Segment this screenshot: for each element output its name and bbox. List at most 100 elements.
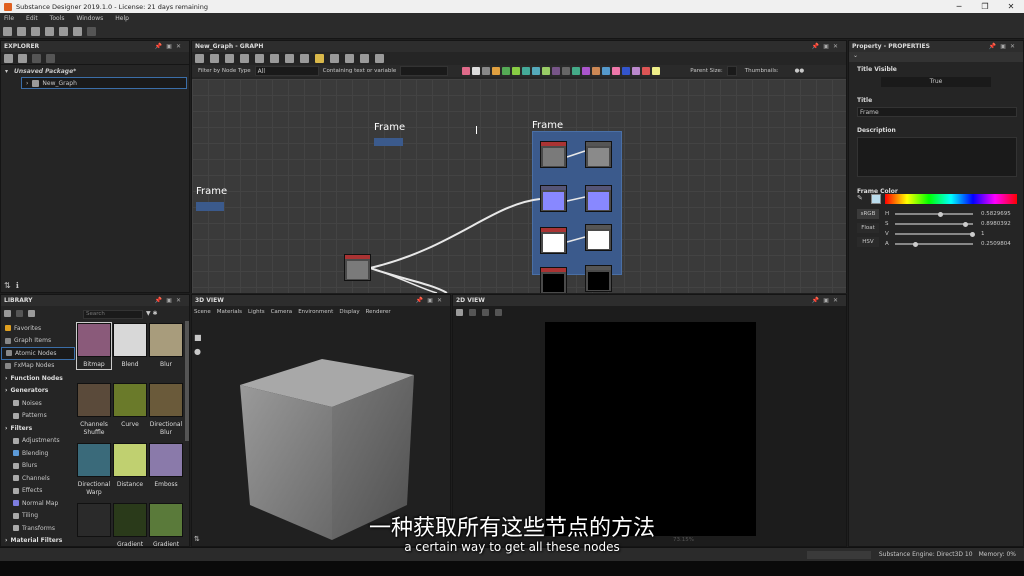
explorer-bottom-icons[interactable]: ⇅ ℹ (4, 281, 19, 290)
graph-node[interactable] (585, 265, 612, 292)
eyedropper-icon[interactable]: ✎ (857, 194, 863, 202)
menu-tools[interactable]: Tools (50, 15, 65, 22)
save-package-icon[interactable] (4, 53, 13, 63)
h-slider[interactable] (895, 211, 973, 217)
minimize-icon[interactable]: ─ (946, 0, 972, 13)
library-edit-icon[interactable] (28, 310, 35, 317)
graph-panel-controls-icon[interactable]: 📌▣✕ (812, 43, 842, 50)
library-category[interactable]: Channels (1, 472, 75, 485)
new-graph-icon[interactable] (3, 26, 12, 36)
graph-row[interactable]: › New_Graph (21, 77, 187, 89)
v-value[interactable]: 1 (981, 231, 985, 237)
library-category[interactable]: Blending (1, 447, 75, 460)
library-category[interactable]: Noises (1, 397, 75, 410)
properties-panel-controls-icon[interactable]: 📌▣✕ (989, 43, 1019, 50)
frame-tool-icon[interactable] (195, 54, 204, 63)
library-panel-controls-icon[interactable]: 📌▣✕ (155, 297, 185, 304)
panel-controls-icon[interactable]: 📌▣✕ (155, 43, 185, 50)
library-node-thumb[interactable]: Emboss (149, 443, 183, 489)
library-category[interactable]: Effects (1, 485, 75, 498)
3d-menu-display[interactable]: Display (339, 309, 359, 315)
graph-node[interactable] (540, 185, 567, 212)
link-icon[interactable] (46, 53, 55, 63)
refresh-icon[interactable] (18, 53, 27, 63)
undo-icon[interactable] (73, 26, 82, 36)
tree-icon[interactable] (300, 54, 309, 63)
library-node-thumb[interactable]: Directional Warp (77, 443, 111, 497)
filter-icon[interactable]: ▼ ✱ (146, 310, 158, 317)
library-search-input[interactable]: Search (83, 310, 143, 319)
layout-icon[interactable] (285, 54, 294, 63)
3d-menu-materials[interactable]: Materials (217, 309, 242, 315)
2d-fit-icon[interactable] (456, 308, 463, 316)
library-node-thumb[interactable]: Blur (149, 323, 183, 369)
3d-menu-camera[interactable]: Camera (271, 309, 293, 315)
library-node-thumb[interactable]: Bitmap (76, 322, 112, 370)
library-category[interactable]: › Filters (1, 422, 75, 435)
redo-icon[interactable] (87, 26, 96, 36)
2d-tile-icon[interactable] (469, 308, 476, 316)
library-category[interactable]: Blurs (1, 460, 75, 473)
upload-icon[interactable] (32, 53, 41, 63)
menu-windows[interactable]: Windows (76, 15, 103, 22)
camera-icon[interactable] (225, 54, 234, 63)
library-category[interactable]: Favorites (1, 322, 75, 335)
substance-icon[interactable] (17, 26, 26, 36)
save-all-icon[interactable] (59, 26, 68, 36)
menu-help[interactable]: Help (115, 15, 129, 22)
2d-channel-icon[interactable] (495, 308, 502, 316)
library-category[interactable]: Atomic Nodes (1, 347, 75, 360)
color-swatch[interactable] (871, 194, 881, 204)
pan-tool-icon[interactable] (210, 54, 219, 63)
mode-float-button[interactable]: Float (857, 223, 879, 233)
package-row[interactable]: ▾ Unsaved Package* (1, 65, 189, 77)
library-category[interactable]: Adjustments (1, 435, 75, 448)
open-icon[interactable] (31, 26, 40, 36)
properties-collapse-icon[interactable]: ⌄ (849, 52, 1023, 62)
3d-side-icons[interactable]: ■ ● (194, 331, 202, 359)
graph-node[interactable] (585, 185, 612, 212)
library-category[interactable]: Graph Items (1, 335, 75, 348)
h-value[interactable]: 0.5829695 (981, 211, 1011, 217)
3d-menu-renderer[interactable]: Renderer (366, 309, 391, 315)
containing-text-input[interactable] (400, 66, 449, 76)
v-slider[interactable] (895, 231, 975, 237)
graph-node[interactable] (585, 224, 612, 251)
info-icon[interactable] (240, 54, 249, 63)
library-node-thumb[interactable]: Curve (113, 383, 147, 429)
3d-menu-environment[interactable]: Environment (298, 309, 333, 315)
close-icon[interactable]: ✕ (998, 0, 1024, 13)
description-input[interactable] (857, 137, 1017, 177)
3d-panel-controls-icon[interactable]: 📌▣✕ (416, 297, 446, 304)
graph-node[interactable] (585, 141, 612, 168)
parent-size-select[interactable] (726, 66, 737, 76)
library-category[interactable]: › Generators (1, 385, 75, 398)
graph-node[interactable] (344, 254, 371, 281)
thumbnails-toggle-icon[interactable]: ●● (795, 68, 805, 74)
2d-preview-image[interactable] (545, 322, 756, 536)
library-node-thumb[interactable]: Directional Blur (149, 383, 183, 437)
grid-icon[interactable] (375, 54, 384, 63)
library-category[interactable]: › Function Nodes (1, 372, 75, 385)
title-visible-toggle[interactable]: True (881, 77, 991, 87)
zoom-icon[interactable] (270, 54, 279, 63)
menu-edit[interactable]: Edit (26, 15, 38, 22)
library-node-thumb[interactable]: Channels Shuffle (77, 383, 111, 437)
s-value[interactable]: 0.8980392 (981, 221, 1011, 227)
2d-save-icon[interactable] (482, 308, 489, 316)
maximize-icon[interactable]: ❐ (972, 0, 998, 13)
node-align-icon[interactable] (255, 54, 264, 63)
connect-icon[interactable] (315, 54, 324, 63)
title-input[interactable]: Frame (857, 107, 1017, 117)
library-scrollbar[interactable] (185, 321, 189, 441)
s-slider[interactable] (895, 221, 973, 227)
a-value[interactable]: 0.2509804 (981, 241, 1011, 247)
hierarchy-icon[interactable] (330, 54, 339, 63)
hue-spectrum[interactable] (885, 194, 1017, 204)
library-remove-icon[interactable] (16, 310, 23, 317)
library-node-thumb[interactable]: Blend (113, 323, 147, 369)
graph-node[interactable] (540, 267, 567, 293)
tools-icon[interactable] (360, 54, 369, 63)
save-icon[interactable] (45, 26, 54, 36)
filter-node-type-select[interactable]: All (254, 66, 319, 76)
